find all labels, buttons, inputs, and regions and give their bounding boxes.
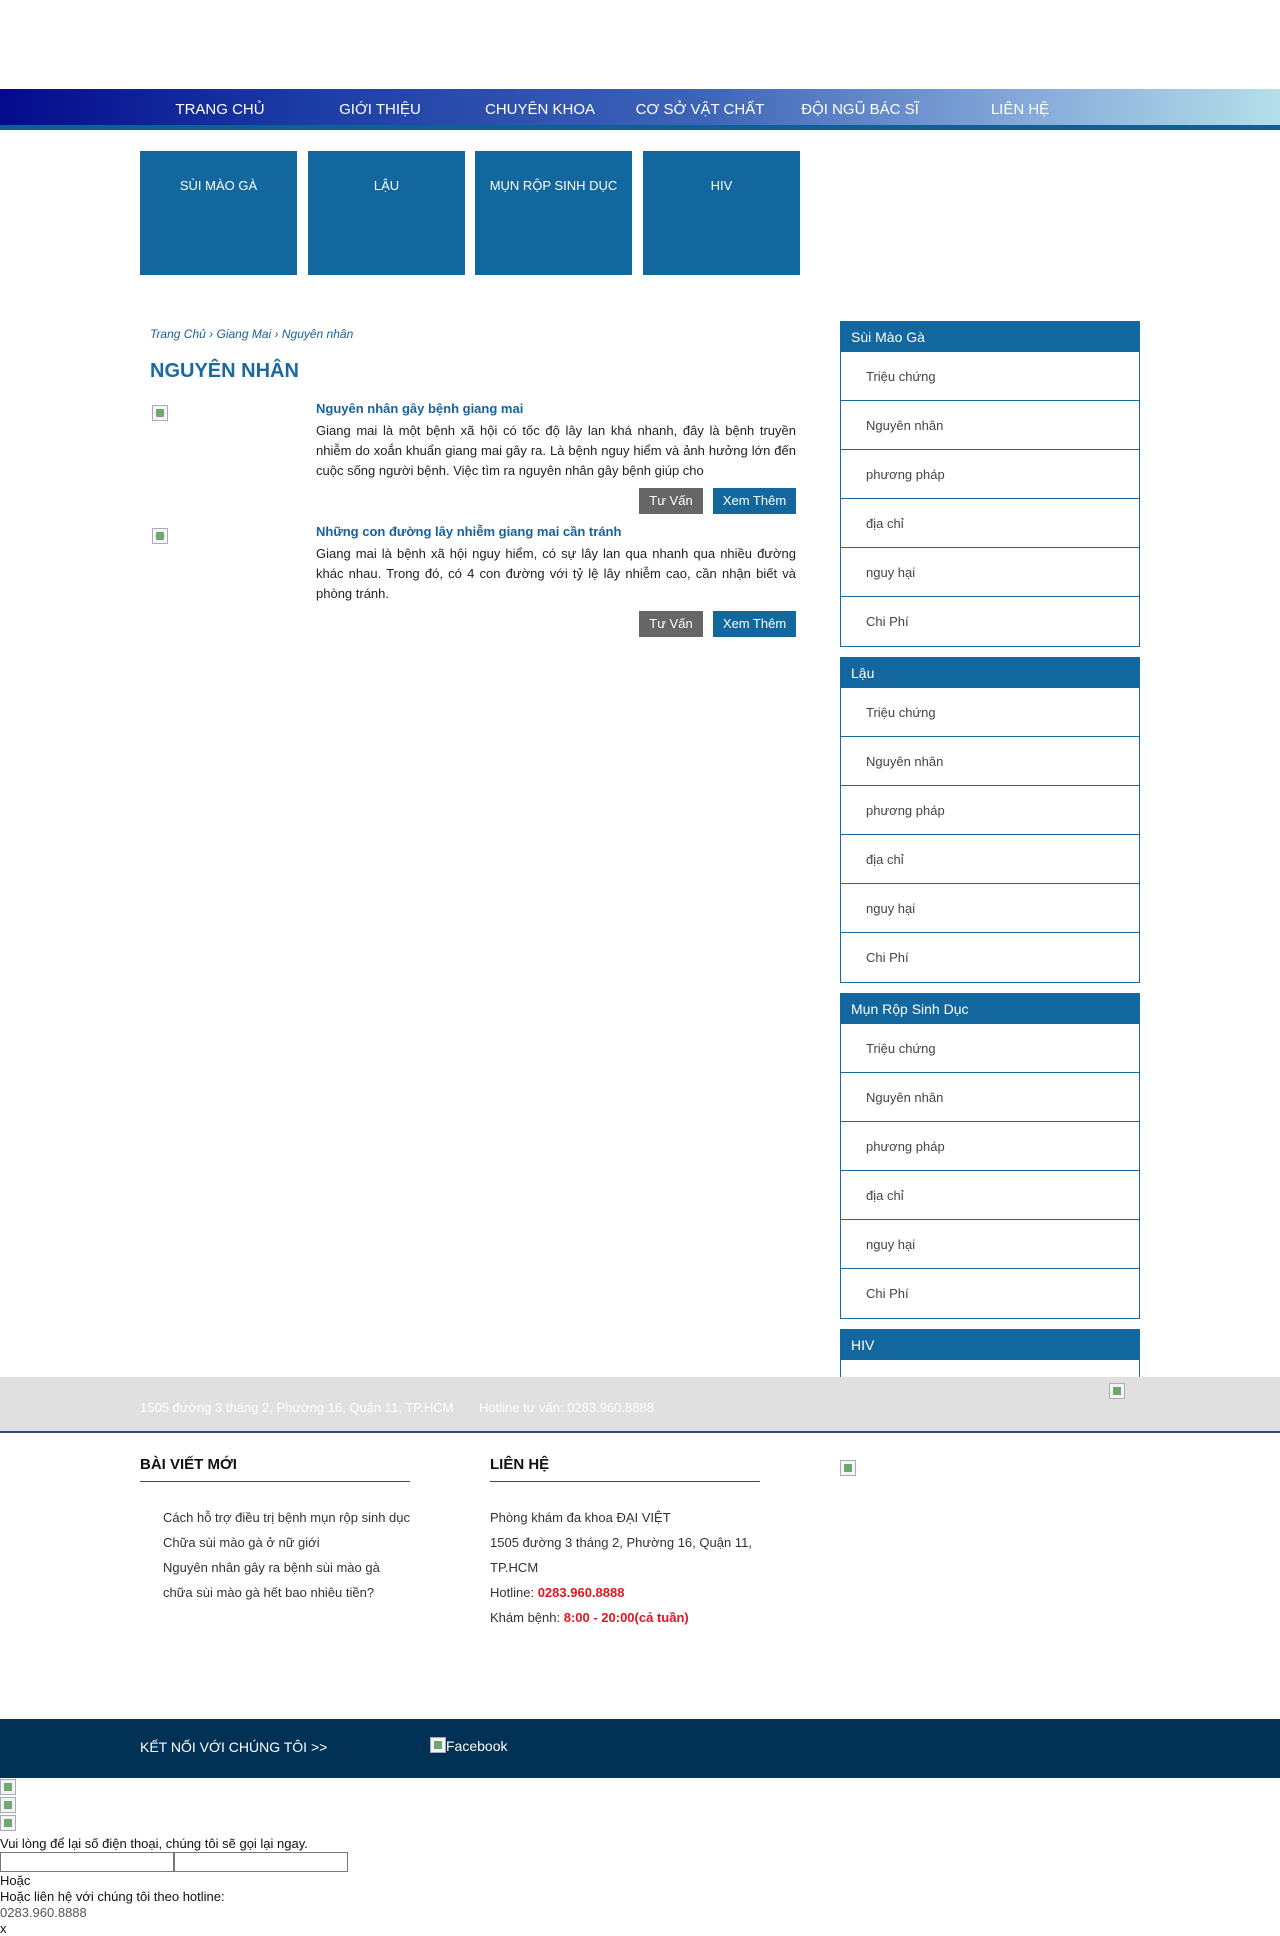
sidebar-link-symptoms[interactable]: Triệu chứng (841, 688, 1139, 737)
sidebar-heading: HIV (841, 1330, 1139, 1360)
new-post-link[interactable]: chữa sùi mào gà hết bao nhiêu tiền? (163, 1580, 415, 1605)
nav-doctors[interactable]: ĐỘI NGŨ BÁC SĨ (790, 89, 930, 130)
sidebar-link-causes[interactable]: Nguyên nhân (841, 1073, 1139, 1122)
clinic-address: 1505 đường 3 tháng 2, Phường 16, Quận 11… (490, 1535, 752, 1575)
float-image[interactable] (0, 1797, 16, 1813)
sidebar-genital-herpes: Mụn Rộp Sinh Dục Triệu chứng Nguyên nhân… (840, 993, 1140, 1319)
phone-input[interactable] (0, 1852, 174, 1872)
breadcrumb-separator: › (271, 327, 282, 341)
consult-button[interactable]: Tư Vấn (639, 611, 703, 637)
clinic-name: Phòng khám đa khoa ĐẠI VIỆT (490, 1510, 671, 1525)
sidebar-link-symptoms[interactable]: Triệu chứng (841, 1024, 1139, 1073)
sidebar-link-causes[interactable]: Nguyên nhân (841, 401, 1139, 450)
sidebar-link-address[interactable]: địa chỉ (841, 499, 1139, 548)
sidebar-link-causes[interactable]: Nguyên nhân (841, 737, 1139, 786)
main-nav: TRANG CHỦ GIỚI THIỆU CHUYÊN KHOA CƠ SỞ V… (0, 89, 1280, 130)
contact-info: Phòng khám đa khoa ĐẠI VIỆT 1505 đường 3… (490, 1505, 762, 1630)
callback-prompt: Vui lòng để lại số điện thoại, chúng tôi… (0, 1836, 308, 1851)
hotline-label: Hotline: (490, 1585, 538, 1600)
article-title[interactable]: Nguyên nhân gây bệnh giang mai (316, 401, 523, 416)
sidebar-genital-warts: Sùi Mào Gà Triệu chứng Nguyên nhân phươn… (840, 321, 1140, 647)
submit-input[interactable] (174, 1852, 348, 1872)
nav-about[interactable]: GIỚI THIỆU (310, 89, 450, 130)
tile-genital-warts[interactable]: SÙI MÀO GÀ (140, 151, 297, 275)
footer-hotline: Hotline tư vấn: 0283.960.8888 (479, 1400, 654, 1415)
breadcrumb-current[interactable]: Nguyên nhân (282, 327, 353, 341)
callback-hotline[interactable]: 0283.960.8888 (0, 1905, 87, 1920)
hours-value: 8:00 - 20:00(cả tuần) (563, 1610, 689, 1625)
page-title: NGUYÊN NHÂN (150, 360, 299, 382)
callback-hotline-prompt: Hoặc liên hệ với chúng tôi theo hotline: (0, 1889, 225, 1904)
new-post-link[interactable]: Cách hỗ trợ điều trị bệnh mụn rộp sinh d… (163, 1505, 415, 1530)
clinic-hotline: Hotline: 0283.960.8888 (490, 1580, 762, 1605)
close-button[interactable]: x (0, 1921, 7, 1936)
article-title[interactable]: Những con đường lây nhiễm giang mai cần … (316, 524, 621, 539)
breadcrumb-home[interactable]: Trang Chủ (150, 327, 206, 341)
tile-gonorrhea[interactable]: LẬU (308, 151, 465, 275)
article-item: Nguyên nhân gây bệnh giang mai Giang mai… (150, 401, 796, 516)
logo-image (1109, 1383, 1125, 1399)
hours-label: Khám bệnh: (490, 1610, 564, 1625)
read-more-button[interactable]: Xem Thêm (713, 611, 796, 637)
sidebar-heading: Mụn Rộp Sinh Dục (841, 994, 1139, 1024)
facebook-alt-text: Facebook (446, 1738, 508, 1754)
sidebar-link-cost[interactable]: Chi Phí (841, 933, 1139, 982)
float-image[interactable] (0, 1815, 16, 1831)
hotline-number[interactable]: 0283.960.8888 (538, 1585, 625, 1600)
sidebar-link-methods[interactable]: phương pháp (841, 1122, 1139, 1171)
read-more-button[interactable]: Xem Thêm (713, 488, 796, 514)
sidebar-link-address[interactable]: địa chỉ (841, 835, 1139, 884)
nav-contact[interactable]: LIÊN HỆ (950, 89, 1090, 130)
sidebar-link-cost[interactable]: Chi Phí (841, 1269, 1139, 1318)
facebook-icon (430, 1737, 446, 1753)
new-post-link[interactable]: Chữa sùi mào gà ở nữ giới (163, 1530, 415, 1555)
address-bar: 1505 đường 3 tháng 2, Phường 16, Quận 11… (0, 1377, 1280, 1433)
sidebar-heading: Sùi Mào Gà (841, 322, 1139, 352)
callback-form (0, 1852, 348, 1872)
connect-bar: KẾT NỐI VỚI CHÚNG TÔI >> Facebook (0, 1719, 1280, 1778)
tile-hiv[interactable]: HIV (643, 151, 800, 275)
facebook-link[interactable]: Facebook (430, 1737, 507, 1754)
float-image[interactable] (0, 1779, 16, 1795)
sidebar-hiv: HIV (840, 1329, 1140, 1377)
sidebar-link-cost[interactable]: Chi Phí (841, 597, 1139, 646)
callback-or: Hoặc (0, 1873, 31, 1888)
article-excerpt: Giang mai là bệnh xã hội nguy hiểm, có s… (316, 546, 796, 601)
new-posts-heading: BÀI VIẾT MỚI (140, 1456, 410, 1482)
article-excerpt: Giang mai là một bệnh xã hội có tốc độ l… (316, 423, 796, 478)
new-post-link[interactable]: Nguyên nhân gây ra bệnh sùi mào gà (163, 1555, 415, 1580)
map-image (840, 1460, 856, 1476)
sidebar-gonorrhea: Lậu Triệu chứng Nguyên nhân phương pháp … (840, 657, 1140, 983)
article-thumbnail[interactable] (152, 528, 168, 544)
footer-address: 1505 đường 3 tháng 2, Phường 16, Quận 11… (140, 1400, 454, 1415)
contact-heading: LIÊN HỆ (490, 1456, 760, 1482)
article-thumbnail[interactable] (152, 405, 168, 421)
nav-home[interactable]: TRANG CHỦ (150, 89, 290, 130)
sidebar-link-methods[interactable]: phương pháp (841, 786, 1139, 835)
connect-label: KẾT NỐI VỚI CHÚNG TÔI >> (140, 1739, 328, 1755)
breadcrumb-category[interactable]: Giang Mai (216, 327, 271, 341)
clinic-hours: Khám bệnh: 8:00 - 20:00(cả tuần) (490, 1605, 762, 1630)
nav-specialties[interactable]: CHUYÊN KHOA (470, 89, 610, 130)
sidebar-heading: Lậu (841, 658, 1139, 688)
breadcrumb: Trang Chủ › Giang Mai › Nguyên nhân (150, 327, 353, 341)
nav-facilities[interactable]: CƠ SỞ VẬT CHẤT (630, 89, 770, 130)
sidebar-link-methods[interactable]: phương pháp (841, 450, 1139, 499)
sidebar-link-dangers[interactable]: nguy hại (841, 1220, 1139, 1269)
sidebar-link-address[interactable]: địa chỉ (841, 1171, 1139, 1220)
sidebar-link-symptoms[interactable]: Triệu chứng (841, 352, 1139, 401)
article-item: Những con đường lây nhiễm giang mai cần … (150, 524, 796, 639)
tile-genital-herpes[interactable]: MỤN RỘP SINH DỤC (475, 151, 632, 275)
consult-button[interactable]: Tư Vấn (639, 488, 703, 514)
sidebar-link-dangers[interactable]: nguy hại (841, 548, 1139, 597)
new-posts-list: Cách hỗ trợ điều trị bệnh mụn rộp sinh d… (163, 1505, 415, 1605)
breadcrumb-separator: › (205, 327, 217, 341)
sidebar-link-dangers[interactable]: nguy hại (841, 884, 1139, 933)
